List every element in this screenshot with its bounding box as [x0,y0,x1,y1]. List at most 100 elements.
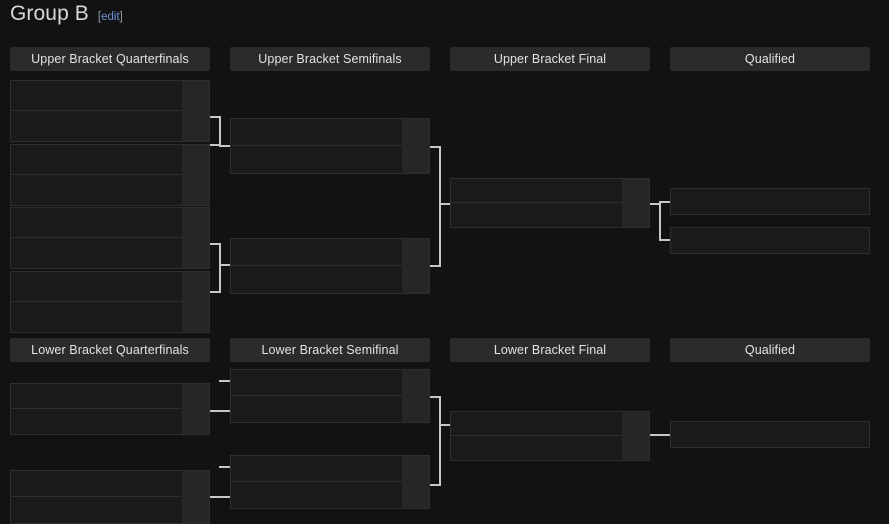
team-slot[interactable] [11,145,182,175]
match-scores [182,81,209,141]
match-scores [402,119,429,173]
team-slot[interactable] [11,497,182,523]
score-cell [402,482,429,508]
score-cell [182,384,209,409]
team-slot[interactable] [231,239,402,266]
score-cell [622,179,649,203]
match-scores [402,239,429,293]
match-ub-quarterfinal-3[interactable] [10,207,210,269]
header-upper-bracket-qualified: Qualified [670,47,870,71]
score-cell [182,409,209,434]
qualified-slot-lb-1[interactable] [670,421,870,448]
edit-link-label[interactable]: edit [101,11,120,23]
score-cell [402,370,429,396]
match-teams [11,81,182,141]
match-ub-semifinal-1[interactable] [230,118,430,174]
match-scores [622,412,649,460]
header-upper-bracket-quarterfinals: Upper Bracket Quarterfinals [10,47,210,71]
team-slot[interactable] [451,436,622,460]
score-cell [182,175,209,205]
header-lower-bracket-qualified: Qualified [670,338,870,362]
match-ub-quarterfinal-2[interactable] [10,144,210,206]
match-scores [182,208,209,268]
match-teams [451,179,622,227]
connector-line [650,434,671,436]
score-cell [622,203,649,227]
page-title: Group B [10,2,89,25]
score-cell [182,497,209,523]
match-ub-quarterfinal-4[interactable] [10,271,210,333]
connector-line [210,496,231,498]
team-slot[interactable] [451,203,622,227]
score-cell [402,396,429,422]
bracket-page: Group B [edit] Upper Bracket Quarterfina… [0,0,889,524]
team-slot[interactable] [451,179,622,203]
edit-bracket-close: ] [119,11,123,23]
connector-line [439,396,441,486]
match-scores [182,272,209,332]
score-cell [182,471,209,497]
match-lb-semifinal-2[interactable] [230,455,430,509]
match-teams [11,145,182,205]
match-lb-quarterfinal-2[interactable] [10,470,210,524]
team-slot[interactable] [11,81,182,111]
match-scores [622,179,649,227]
match-teams [11,384,182,434]
score-cell [402,146,429,173]
score-cell [182,272,209,302]
match-ub-final[interactable] [450,178,650,228]
match-teams [451,412,622,460]
team-slot[interactable] [11,409,182,434]
match-teams [11,272,182,332]
connector-line [430,265,441,267]
team-slot[interactable] [231,456,402,482]
match-lb-quarterfinal-1[interactable] [10,383,210,435]
team-slot[interactable] [231,396,402,422]
connector-line [219,116,221,146]
connector-line [430,484,441,486]
connector-line [219,243,221,293]
match-teams [231,456,402,508]
team-slot[interactable] [231,119,402,146]
team-slot[interactable] [11,238,182,268]
match-teams [11,208,182,268]
connector-line [439,146,441,267]
team-slot[interactable] [231,370,402,396]
team-slot[interactable] [231,482,402,508]
header-upper-bracket-final: Upper Bracket Final [450,47,650,71]
score-cell [182,81,209,111]
team-slot[interactable] [11,471,182,497]
score-cell [182,208,209,238]
edit-section-link[interactable]: [edit] [98,11,123,23]
match-ub-semifinal-2[interactable] [230,238,430,294]
score-cell [402,119,429,146]
match-scores [402,456,429,508]
header-lower-bracket-final: Lower Bracket Final [450,338,650,362]
match-teams [231,119,402,173]
team-slot[interactable] [11,302,182,332]
match-ub-quarterfinal-1[interactable] [10,80,210,142]
page-title-row: Group B [edit] [10,2,123,26]
team-slot[interactable] [11,208,182,238]
team-slot[interactable] [11,111,182,141]
match-scores [182,384,209,434]
score-cell [182,145,209,175]
score-cell [182,238,209,268]
match-teams [231,370,402,422]
qualified-slot-ub-2[interactable] [670,227,870,254]
qualified-slot-ub-1[interactable] [670,188,870,215]
score-cell [622,436,649,460]
team-slot[interactable] [231,146,402,173]
match-teams [231,239,402,293]
match-lb-final[interactable] [450,411,650,461]
team-slot[interactable] [11,272,182,302]
match-lb-semifinal-1[interactable] [230,369,430,423]
team-slot[interactable] [11,175,182,205]
match-teams [11,471,182,523]
connector-line [210,410,231,412]
team-slot[interactable] [451,412,622,436]
score-cell [402,266,429,293]
header-upper-bracket-semifinals: Upper Bracket Semifinals [230,47,430,71]
team-slot[interactable] [231,266,402,293]
team-slot[interactable] [11,384,182,409]
